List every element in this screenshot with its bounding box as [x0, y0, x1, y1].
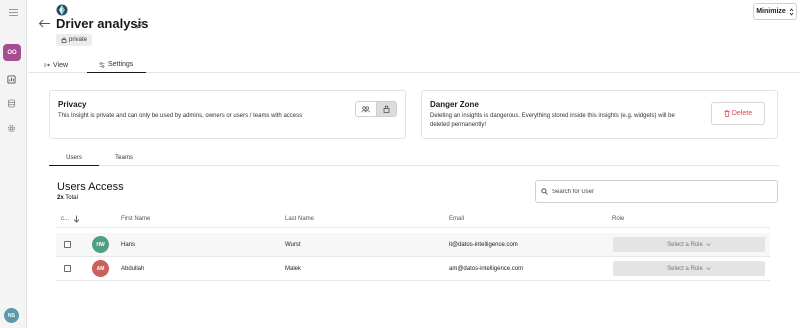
- users-total-count: 2x: [57, 195, 64, 201]
- email-cell: am@datos-intelligence.com: [449, 266, 524, 272]
- delete-label: Delete: [731, 110, 753, 117]
- danger-title: Danger Zone: [430, 100, 479, 109]
- lock-icon: [383, 105, 390, 113]
- expand-collapse-icon: [789, 7, 794, 16]
- tab-view-label: View: [53, 61, 69, 69]
- table-row: HW Hans Wurst it@datos-intelligence.com …: [56, 233, 770, 257]
- last-name-cell: Malek: [285, 266, 302, 272]
- danger-description-line2: deleted permanently!: [430, 122, 487, 128]
- trash-icon: [724, 110, 730, 117]
- privacy-option-private[interactable]: [375, 102, 396, 116]
- first-name-cell: Hans: [121, 242, 136, 248]
- access-subtabs: Users Teams: [49, 150, 779, 166]
- privacy-card: Privacy This Insight is private and can …: [49, 90, 406, 139]
- privacy-description: This Insight is private and can only be …: [58, 113, 303, 119]
- users-icon: [361, 105, 370, 112]
- last-name-cell: Wurst: [285, 242, 301, 248]
- column-header-last-name[interactable]: Last Name: [285, 216, 314, 222]
- avatar: AM: [92, 260, 109, 277]
- column-header-first-name[interactable]: First Name: [121, 216, 150, 222]
- privacy-toggle: [355, 101, 397, 117]
- hamburger-menu-icon[interactable]: [9, 9, 18, 18]
- left-rail: OO NS: [0, 0, 27, 328]
- page-title: Driver analysis: [56, 16, 149, 31]
- chevron-down-icon: [706, 243, 711, 246]
- row-checkbox[interactable]: [64, 265, 71, 272]
- subtab-teams[interactable]: Teams: [99, 150, 149, 166]
- settings-sliders-icon: [99, 61, 105, 68]
- role-select[interactable]: Select a Role: [613, 237, 765, 252]
- sort-arrow-down-icon[interactable]: [73, 215, 80, 223]
- chevron-down-icon: [706, 267, 711, 270]
- danger-description-line1: Deleting an insights is dangerous. Every…: [430, 113, 675, 119]
- main-tabs: View Settings: [28, 55, 800, 73]
- column-header-email[interactable]: Email: [449, 216, 464, 222]
- user-avatar[interactable]: NS: [4, 308, 19, 323]
- privacy-option-users[interactable]: [356, 102, 376, 116]
- users-table-header: c... First Name Last Name Email Role: [56, 210, 770, 228]
- minimize-label: Minimize: [756, 8, 786, 15]
- table-row: AM Abdullah Malek am@datos-intelligence.…: [56, 257, 770, 281]
- column-header-role[interactable]: Role: [612, 216, 624, 222]
- column-header-select[interactable]: c...: [61, 216, 69, 222]
- users-access-title: Users Access: [57, 181, 124, 193]
- tab-settings[interactable]: Settings: [87, 57, 146, 73]
- back-arrow-icon[interactable]: [38, 19, 51, 28]
- avatar: HW: [92, 236, 109, 253]
- gear-icon[interactable]: [7, 124, 16, 133]
- workspace-avatar[interactable]: OO: [3, 44, 21, 61]
- role-select[interactable]: Select a Role: [613, 261, 765, 276]
- users-total-label: Total: [65, 195, 78, 201]
- role-select-value: Select a Role: [667, 265, 703, 272]
- user-search-input[interactable]: [552, 188, 762, 195]
- users-total: 2x Total: [57, 195, 78, 201]
- insights-icon[interactable]: [7, 75, 16, 84]
- search-icon: [541, 188, 548, 195]
- view-icon: [44, 63, 50, 67]
- database-icon[interactable]: [7, 99, 16, 108]
- role-select-value: Select a Role: [667, 241, 703, 248]
- app-logo-icon: [56, 4, 68, 16]
- subtab-users[interactable]: Users: [49, 150, 99, 166]
- row-checkbox[interactable]: [64, 241, 71, 248]
- edit-pencil-icon[interactable]: [136, 21, 144, 29]
- danger-zone-card: Danger Zone Deleting an insights is dang…: [421, 90, 778, 139]
- visibility-label: private: [69, 37, 88, 43]
- tab-settings-label: Settings: [108, 61, 134, 68]
- minimize-button[interactable]: Minimize: [753, 3, 797, 20]
- tab-view[interactable]: View: [44, 57, 68, 73]
- user-search-box: [535, 180, 778, 203]
- email-cell: it@datos-intelligence.com: [449, 242, 518, 248]
- danger-description: Deleting an insights is dangerous. Every…: [430, 112, 675, 130]
- delete-button[interactable]: Delete: [711, 102, 765, 125]
- privacy-title: Privacy: [58, 100, 87, 109]
- first-name-cell: Abdullah: [121, 266, 145, 272]
- lock-icon: [61, 37, 67, 43]
- visibility-badge: private: [56, 34, 93, 46]
